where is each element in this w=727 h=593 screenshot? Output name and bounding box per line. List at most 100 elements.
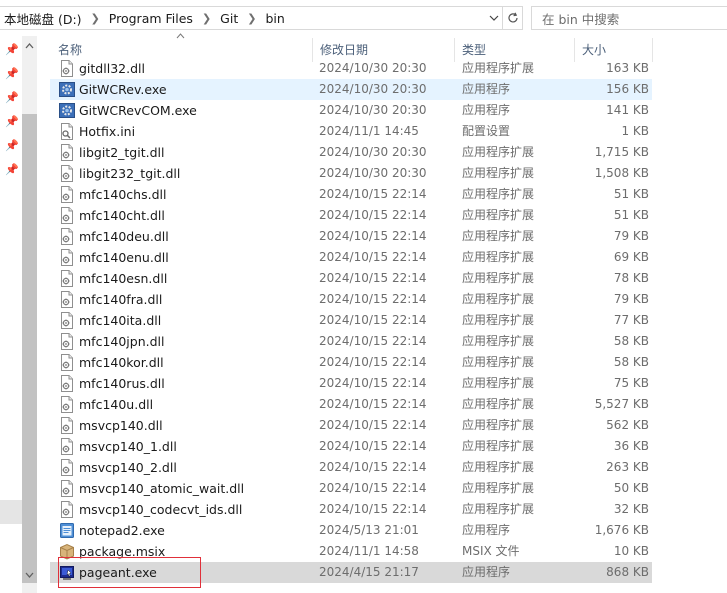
file-size: 51 KB — [613, 208, 649, 222]
file-row[interactable]: mfc140jpn.dll 2024/10/15 22:14 应用程序扩展 58 KB — [50, 331, 652, 352]
dll-icon — [59, 396, 75, 413]
file-date: 2024/10/15 22:14 — [319, 334, 427, 348]
pin-icon[interactable]: 📌 — [5, 140, 19, 152]
file-row[interactable]: msvcp140_2.dll 2024/10/15 22:14 应用程序扩展 263 … — [50, 457, 652, 478]
refresh-icon[interactable] — [503, 6, 523, 30]
file-type: 应用程序扩展 — [462, 481, 535, 495]
file-name: msvcp140_1.dll — [79, 439, 177, 454]
file-date: 2024/10/15 22:14 — [319, 439, 427, 453]
file-size: 36 KB — [613, 439, 649, 453]
dll-icon — [59, 501, 75, 518]
file-row[interactable]: mfc140kor.dll 2024/10/15 22:14 应用程序扩展 58 KB — [50, 352, 652, 373]
file-date: 2024/10/30 20:30 — [319, 166, 427, 180]
breadcrumb-bin[interactable]: bin — [265, 11, 284, 26]
search-input[interactable]: 在 bin 中搜索 — [531, 6, 727, 30]
file-name: pageant.exe — [79, 565, 157, 580]
exe-gear-icon — [59, 102, 75, 119]
file-date: 2024/10/15 22:14 — [319, 376, 427, 390]
file-row[interactable]: mfc140fra.dll 2024/10/15 22:14 应用程序扩展 79 KB — [50, 289, 652, 310]
file-type: 应用程序扩展 — [462, 145, 535, 159]
file-type: 应用程序扩展 — [462, 313, 535, 327]
file-date: 2024/4/15 21:17 — [319, 565, 419, 579]
dll-icon — [59, 480, 75, 497]
file-size: 10 KB — [613, 544, 649, 558]
file-row[interactable]: msvcp140_1.dll 2024/10/15 22:14 应用程序扩展 36 K… — [50, 436, 652, 457]
address-path[interactable]: 本地磁盘 (D:) ❯ Program Files ❯ Git ❯ bin — [0, 6, 503, 30]
file-size: 156 KB — [606, 82, 649, 96]
file-row[interactable]: msvcp140_codecvt_ids.dll 2024/10/15 22:14… — [50, 499, 652, 520]
file-row[interactable]: pageant.exe 2024/4/15 21:17 应用程序 868 KB — [50, 562, 652, 583]
file-row[interactable]: mfc140rus.dll 2024/10/15 22:14 应用程序扩展 75 KB — [50, 373, 652, 394]
file-date: 2024/10/15 22:14 — [319, 313, 427, 327]
file-row[interactable]: mfc140esn.dll 2024/10/15 22:14 应用程序扩展 78 KB — [50, 268, 652, 289]
pin-icon[interactable]: 📌 — [5, 92, 19, 104]
file-name: msvcp140_atomic_wait.dll — [79, 481, 245, 496]
nav-scroll-up-icon[interactable] — [22, 40, 37, 54]
file-row[interactable]: mfc140ita.dll 2024/10/15 22:14 应用程序扩展 77 KB — [50, 310, 652, 331]
file-name: mfc140deu.dll — [79, 229, 169, 244]
file-row[interactable]: libgit2_tgit.dll 2024/10/30 20:30 应用程序扩展 1,… — [50, 142, 652, 163]
file-size: 163 KB — [606, 61, 649, 75]
file-row[interactable]: mfc140u.dll 2024/10/15 22:14 应用程序扩展 5,527 K… — [50, 394, 652, 415]
dll-icon — [59, 354, 75, 371]
file-list: gitdll32.dll 2024/10/30 20:30 应用程序扩展 163 KB… — [50, 58, 656, 593]
package-icon — [59, 543, 75, 560]
file-type: 应用程序扩展 — [462, 229, 535, 243]
pin-icon[interactable]: 📌 — [5, 164, 19, 176]
file-type: 应用程序扩展 — [462, 460, 535, 474]
address-history-chevron-down-icon[interactable] — [486, 7, 502, 29]
dll-icon — [59, 228, 75, 245]
nav-scroll-down-icon[interactable] — [22, 569, 37, 583]
file-size: 50 KB — [613, 481, 649, 495]
file-row[interactable]: mfc140cht.dll 2024/10/15 22:14 应用程序扩展 51 KB — [50, 205, 652, 226]
file-row[interactable]: msvcp140_atomic_wait.dll 2024/10/15 22:14… — [50, 478, 652, 499]
pin-icon[interactable]: 📌 — [5, 68, 19, 80]
nav-selected-item[interactable] — [0, 500, 22, 524]
file-name: mfc140ita.dll — [79, 313, 162, 328]
file-row[interactable]: mfc140enu.dll 2024/10/15 22:14 应用程序扩展 69 KB — [50, 247, 652, 268]
file-row[interactable]: notepad2.exe 2024/5/13 21:01 应用程序 1,676 KB — [50, 520, 652, 541]
file-date: 2024/10/30 20:30 — [319, 61, 427, 75]
file-list-scrollbar[interactable] — [708, 36, 727, 593]
file-row[interactable]: GitWCRevCOM.exe 2024/10/30 20:30 应用程序 141 K… — [50, 100, 652, 121]
breadcrumb-git[interactable]: Git — [220, 11, 238, 26]
dll-icon — [59, 291, 75, 308]
file-name: mfc140rus.dll — [79, 376, 165, 391]
dll-icon — [59, 270, 75, 287]
breadcrumb-chevron-icon[interactable]: ❯ — [91, 12, 100, 25]
file-row[interactable]: Hotfix.ini 2024/11/1 14:45 配置设置 1 KB — [50, 121, 652, 142]
dll-icon — [59, 459, 75, 476]
file-name: mfc140enu.dll — [79, 250, 169, 265]
file-row[interactable]: mfc140chs.dll 2024/10/15 22:14 应用程序扩展 51 KB — [50, 184, 652, 205]
dll-icon — [59, 375, 75, 392]
file-row[interactable]: GitWCRev.exe 2024/10/30 20:30 应用程序 156 KB — [50, 79, 652, 100]
nav-scrollbar-thumb[interactable] — [22, 114, 37, 583]
breadcrumb-drive[interactable]: 本地磁盘 (D:) — [4, 9, 82, 28]
file-date: 2024/10/15 22:14 — [319, 460, 427, 474]
file-name: mfc140kor.dll — [79, 355, 164, 370]
file-date: 2024/10/30 20:30 — [319, 82, 427, 96]
dll-icon — [59, 60, 75, 77]
file-row[interactable]: gitdll32.dll 2024/10/30 20:30 应用程序扩展 163 KB — [50, 58, 652, 79]
file-size: 51 KB — [613, 187, 649, 201]
address-bar-area: 本地磁盘 (D:) ❯ Program Files ❯ Git ❯ bin 在 … — [0, 0, 727, 36]
file-row[interactable]: package.msix 2024/11/1 14:58 MSIX 文件 10 KB — [50, 541, 652, 562]
file-row[interactable]: libgit232_tgit.dll 2024/10/30 20:30 应用程序扩展… — [50, 163, 652, 184]
notepad-icon — [59, 522, 75, 539]
file-name: mfc140esn.dll — [79, 271, 168, 286]
file-type: 应用程序扩展 — [462, 439, 535, 453]
breadcrumb-program-files[interactable]: Program Files — [109, 11, 193, 26]
pin-icon[interactable]: 📌 — [5, 116, 19, 128]
breadcrumb-chevron-icon[interactable]: ❯ — [247, 12, 256, 25]
file-type: 应用程序扩展 — [462, 187, 535, 201]
file-name: GitWCRevCOM.exe — [79, 103, 197, 118]
file-row[interactable]: mfc140deu.dll 2024/10/15 22:14 应用程序扩展 79 KB — [50, 226, 652, 247]
file-date: 2024/10/15 22:14 — [319, 418, 427, 432]
dll-icon — [59, 144, 75, 161]
file-date: 2024/10/30 20:30 — [319, 103, 427, 117]
breadcrumb-chevron-icon[interactable]: ❯ — [202, 12, 211, 25]
file-type: 应用程序扩展 — [462, 418, 535, 432]
file-row[interactable]: msvcp140.dll 2024/10/15 22:14 应用程序扩展 562 KB — [50, 415, 652, 436]
pin-icon[interactable]: 📌 — [5, 44, 19, 56]
file-name: msvcp140_2.dll — [79, 460, 177, 475]
